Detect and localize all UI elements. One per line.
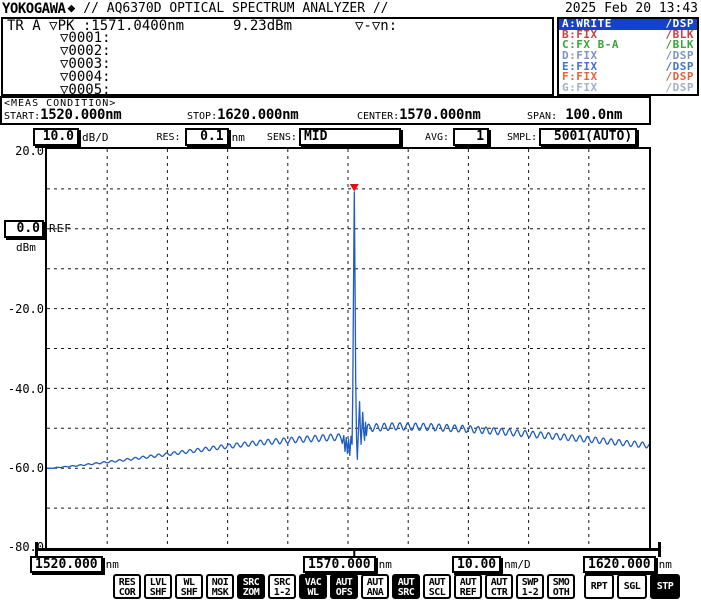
toolbar-button-noi-msk[interactable]: NOI MSK [206, 574, 234, 599]
toolbar-button-aut-src[interactable]: AUT SRC [392, 574, 420, 599]
spectrum-plot[interactable] [35, 147, 661, 559]
toolbar-button-aut-ana[interactable]: AUT ANA [361, 574, 389, 599]
trace-name: G:FIX [562, 81, 598, 95]
datetime: 2025 Feb 20 13:43 [564, 1, 698, 16]
peak-marker-icon [349, 183, 359, 192]
toolbar-button-lvl-shf[interactable]: LVL SHF [144, 574, 172, 599]
trace-display-mode: /DSP [665, 81, 694, 95]
brand-logo: YOKOGAWA [2, 0, 66, 17]
trace-info-box: TR A ▽PK :1571.0400nm 9.23dBm ▽-▽n: ▽000… [1, 17, 554, 98]
toolbar-button-aut-ofs[interactable]: AUT OFS [330, 574, 358, 599]
toolbar-button-smo-oth[interactable]: SMO OTH [547, 574, 575, 599]
peak-wavelength-readout: TR A ▽PK :1571.0400nm [7, 18, 185, 34]
toolbar-button-swp-1-2[interactable]: SWP 1-2 [516, 574, 544, 599]
sensitivity-box[interactable]: MID [298, 128, 401, 146]
trace-status-panel: A:WRITE/DSP B:FIX/BLK C:FX B-A/BLK D:FIX/DS… [557, 17, 699, 96]
sens-label: SENS: [266, 131, 297, 143]
center-wavelength-field[interactable]: CENTER: 1570.000 nm [357, 107, 481, 123]
x-stop-field[interactable]: 1620.000 nm [583, 556, 672, 573]
level-scale-unit: dB/D [82, 130, 109, 144]
toolbar-button-res-cor[interactable]: RES COR [113, 574, 141, 599]
marker-delta-label: ▽-▽n: [355, 18, 398, 34]
peak-level-readout: 9.23dBm [233, 18, 293, 34]
meas-condition-box: <MEAS CONDITION> START: 1520.000 nm STOP: 1… [0, 96, 651, 125]
toolbar-button-stp[interactable]: STP [650, 574, 680, 599]
stop-wavelength-field[interactable]: STOP: 1620.000 nm [187, 107, 299, 123]
peak-readout-row: TR A ▽PK :1571.0400nm 9.23dBm ▽-▽n: [3, 18, 552, 34]
x-center-field[interactable]: 1570.000 nm [303, 556, 392, 573]
average-box[interactable]: 1 [453, 128, 490, 146]
title-bar: YOKOGAWA ◆ // AQ6370D OPTICAL SPECTRUM A… [0, 0, 701, 17]
app-title: // AQ6370D OPTICAL SPECTRUM ANALYZER // [83, 1, 389, 16]
smpl-label: SMPL: [507, 131, 538, 143]
toolbar-button-src-zom[interactable]: SRC ZOM [237, 574, 265, 599]
toolbar-button-src-1-2[interactable]: SRC 1-2 [268, 574, 296, 599]
ref-unit-label: dBm [16, 241, 36, 254]
toolbar-button-aut-scl[interactable]: AUT SCL [423, 574, 451, 599]
trace-status-row-g[interactable]: G:FIX/DSP [559, 81, 697, 95]
res-unit: nm [231, 130, 245, 144]
start-wavelength-field[interactable]: START: 1520.000 nm [4, 107, 122, 123]
toolbar-button-wl-shf[interactable]: WL SHF [175, 574, 203, 599]
sampling-box[interactable]: 5001(AUTO) [539, 128, 638, 146]
avg-label: AVG: [424, 131, 450, 143]
marker-row-5: ▽0005: [60, 81, 111, 98]
sweep-settings-row: 10.0 dB/D RES: 0.1 nm SENS: MID AVG: 1 S… [0, 126, 701, 148]
brand-diamond-icon: ◆ [67, 1, 76, 16]
res-label: RES: [156, 131, 181, 143]
x-start-field[interactable]: 1520.000 nm [30, 556, 119, 573]
toolbar-button-rpt[interactable]: RPT [584, 574, 614, 599]
span-field[interactable]: SPAN: 100.0 nm [527, 107, 622, 123]
toolbar: RES COR LVL SHF WL SHF NOI MSK SRC ZOM SRC 1-2 VAC WL… [113, 574, 680, 599]
resolution-box[interactable]: 0.1 [184, 128, 229, 146]
toolbar-button-aut-ctr[interactable]: AUT CTR [485, 574, 513, 599]
toolbar-button-sgl[interactable]: SGL [617, 574, 647, 599]
toolbar-button-aut-ref[interactable]: AUT REF [454, 574, 482, 599]
x-per-div-field[interactable]: 10.00 nm/D [452, 556, 531, 573]
toolbar-button-vac-wl[interactable]: VAC WL [299, 574, 327, 599]
